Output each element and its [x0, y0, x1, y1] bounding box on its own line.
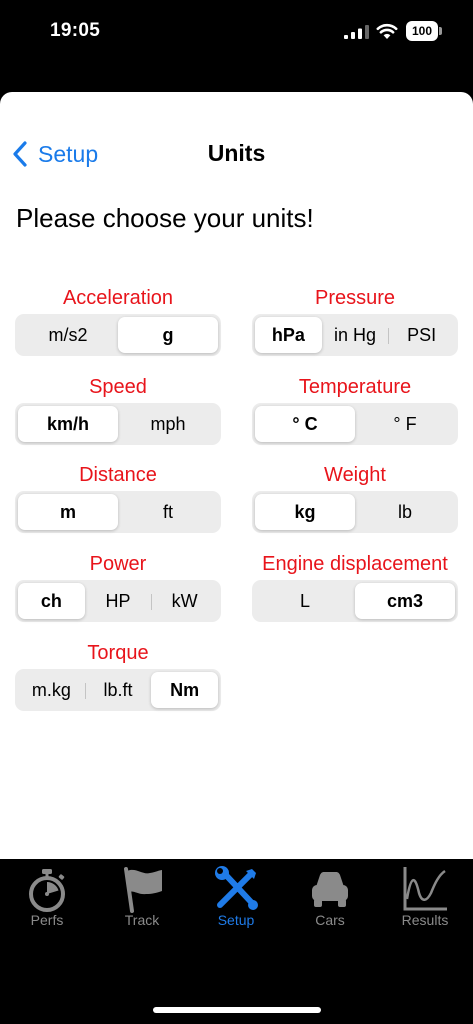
torque-segmented-control[interactable]: m.kg lb.ft Nm [15, 669, 221, 711]
temperature-label: Temperature [298, 376, 412, 398]
battery-icon: 100 [406, 21, 442, 41]
engine-displacement-option-cm3[interactable]: cm3 [355, 583, 455, 619]
engine-displacement-option-l[interactable]: L [255, 583, 355, 619]
distance-label: Distance [79, 464, 157, 486]
instruction-text: Please choose your units! [16, 203, 314, 233]
distance-option-ft[interactable]: ft [118, 494, 218, 530]
distance-option-m[interactable]: m [18, 494, 118, 530]
tab-bar: Perfs Track Setup Cars Results [0, 859, 473, 1024]
power-option-kw[interactable]: kW [151, 583, 218, 619]
temperature-option-celsius[interactable]: ° C [255, 406, 355, 442]
acceleration-segmented-control[interactable]: m/s2 g [15, 314, 221, 356]
status-bar: 19:05 100 [0, 0, 473, 92]
home-indicator [153, 1007, 321, 1013]
weight-label: Weight [324, 464, 386, 486]
car-icon [312, 872, 348, 907]
tab-setup-label: Setup [217, 912, 255, 928]
units-sheet: Setup Units Please choose your units! Ac… [0, 92, 473, 859]
tab-results[interactable]: Results [378, 859, 472, 939]
stopwatch-icon [29, 869, 65, 912]
temperature-option-fahrenheit[interactable]: ° F [355, 406, 455, 442]
tab-perfs[interactable]: Perfs [0, 859, 94, 939]
tab-cars[interactable]: Cars [283, 859, 377, 939]
chart-icon [403, 867, 447, 911]
pressure-option-hpa[interactable]: hPa [255, 317, 322, 353]
acceleration-label: Acceleration [62, 287, 174, 309]
battery-level: 100 [406, 21, 438, 41]
speed-segmented-control[interactable]: km/h mph [15, 403, 221, 445]
distance-segmented-control[interactable]: m ft [15, 491, 221, 533]
pressure-option-psi[interactable]: PSI [388, 317, 455, 353]
acceleration-option-m-s2[interactable]: m/s2 [18, 317, 118, 353]
page-title: Units [207, 140, 266, 166]
pressure-segmented-control[interactable]: hPa in Hg PSI [252, 314, 458, 356]
speed-label: Speed [89, 376, 147, 398]
weight-option-kg[interactable]: kg [255, 494, 355, 530]
flag-icon [124, 867, 162, 913]
power-label: Power [89, 553, 147, 575]
torque-label: Torque [87, 642, 149, 664]
speed-option-km-h[interactable]: km/h [18, 406, 118, 442]
speed-option-mph[interactable]: mph [118, 406, 218, 442]
power-option-ch[interactable]: ch [18, 583, 85, 619]
torque-option-lb-ft[interactable]: lb.ft [84, 672, 152, 708]
tab-track[interactable]: Track [95, 859, 189, 939]
wifi-icon [376, 23, 398, 39]
weight-segmented-control[interactable]: kg lb [252, 491, 458, 533]
power-segmented-control[interactable]: ch HP kW [15, 580, 221, 622]
pressure-option-in-hg[interactable]: in Hg [322, 317, 389, 353]
weight-option-lb[interactable]: lb [355, 494, 455, 530]
temperature-segmented-control[interactable]: ° C ° F [252, 403, 458, 445]
tab-perfs-label: Perfs [30, 912, 64, 928]
torque-option-m-kg[interactable]: m.kg [18, 672, 85, 708]
cell-signal-icon [344, 25, 369, 39]
tab-results-label: Results [401, 912, 449, 928]
torque-option-nm[interactable]: Nm [151, 672, 219, 708]
tab-track-label: Track [124, 912, 160, 928]
acceleration-option-g[interactable]: g [118, 317, 218, 353]
tab-setup[interactable]: Setup [189, 859, 283, 939]
engine-displacement-segmented-control[interactable]: L cm3 [252, 580, 458, 622]
engine-displacement-label: Engine displacement [262, 553, 448, 575]
tools-icon [215, 866, 258, 910]
pressure-label: Pressure [314, 287, 396, 309]
power-option-hp[interactable]: HP [85, 583, 152, 619]
status-time: 19:05 [50, 20, 101, 41]
tab-cars-label: Cars [315, 912, 345, 928]
